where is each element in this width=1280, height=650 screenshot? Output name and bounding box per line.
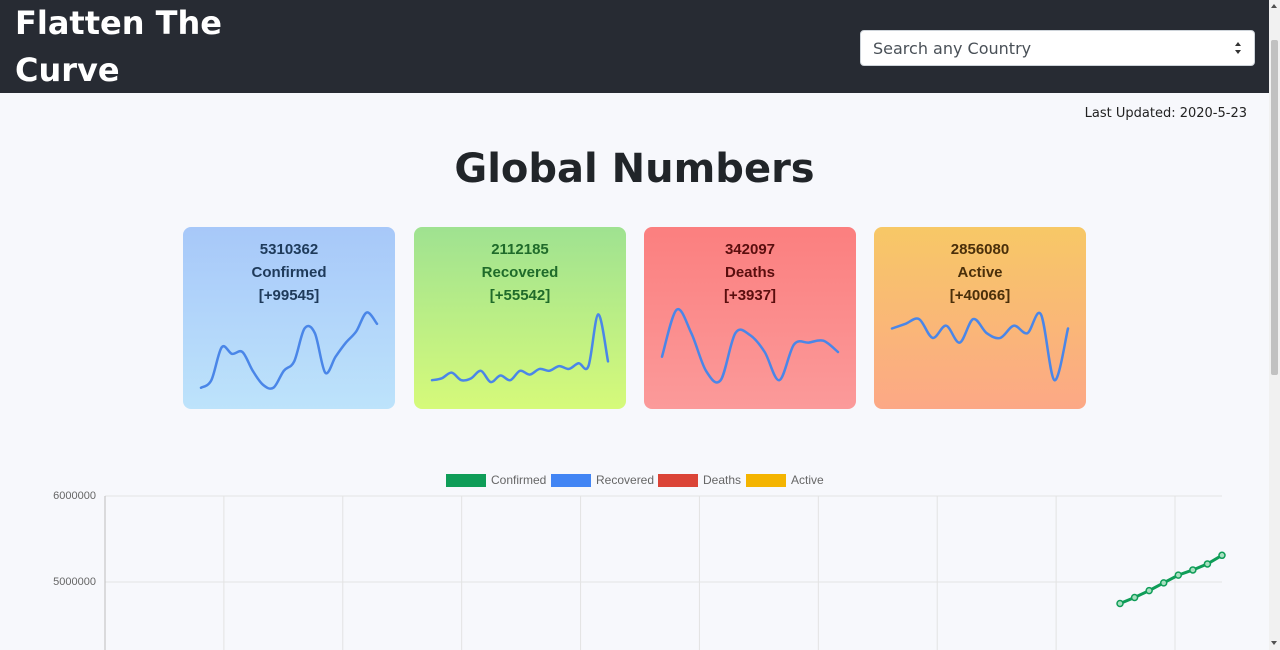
scroll-up-arrow-icon[interactable]: [1271, 4, 1277, 8]
sparkline-path: [890, 311, 1070, 382]
card-deaths: 342097 Deaths [+3937]: [644, 227, 856, 409]
card-sparkline: [660, 307, 840, 384]
card-label: Active: [957, 264, 1003, 281]
brand-title[interactable]: Flatten The Curve: [15, 0, 245, 94]
y-tick-label: 6000000: [53, 490, 96, 502]
chart-series-layer: [1116, 551, 1226, 608]
country-search-select[interactable]: Search any Country: [860, 30, 1255, 66]
chart-gridlines: [104, 495, 1222, 650]
card-label: Recovered: [481, 264, 559, 281]
card-number: 5310362: [259, 241, 319, 258]
scrollbar-thumb[interactable]: [1271, 40, 1278, 375]
data-point[interactable]: [1145, 586, 1153, 595]
sparkline-path: [199, 311, 379, 390]
card-sparkline: [430, 313, 610, 384]
data-point[interactable]: [1159, 579, 1168, 587]
data-point[interactable]: [1189, 566, 1197, 574]
card-number: 342097: [724, 241, 776, 258]
page-heading: Global Numbers: [454, 146, 815, 192]
sparkline-path: [430, 313, 610, 384]
card-sparkline: [890, 311, 1070, 382]
card-number: 2856080: [950, 241, 1010, 258]
card-sparkline: [199, 311, 379, 390]
country-search-placeholder: Search any Country: [873, 39, 1032, 58]
card-label: Confirmed: [251, 264, 327, 281]
data-point[interactable]: [1130, 593, 1139, 602]
card-confirmed: 5310362 Confirmed [+99545]: [183, 227, 395, 409]
card-label: Deaths: [724, 264, 776, 281]
data-point[interactable]: [1218, 551, 1226, 560]
top-navbar: Flatten The Curve Search any Country: [0, 0, 1269, 93]
data-point[interactable]: [1203, 560, 1212, 568]
line-chart: 6000000 5000000: [53, 490, 1226, 650]
card-recovered: 2112185 Recovered [+55542]: [414, 227, 626, 409]
card-number: 2112185: [491, 241, 549, 258]
sparkline-path: [660, 307, 840, 384]
y-tick-label: 5000000: [53, 576, 96, 588]
card-active: 2856080 Active [+40066]: [874, 227, 1086, 409]
scroll-down-arrow-icon[interactable]: [1271, 641, 1277, 645]
select-arrows-icon: [1235, 42, 1241, 54]
data-point[interactable]: [1116, 599, 1124, 608]
data-point[interactable]: [1174, 571, 1183, 579]
page-scrollbar[interactable]: [1269, 0, 1280, 650]
last-updated-text: Last Updated: 2020-5-23: [1084, 106, 1247, 121]
